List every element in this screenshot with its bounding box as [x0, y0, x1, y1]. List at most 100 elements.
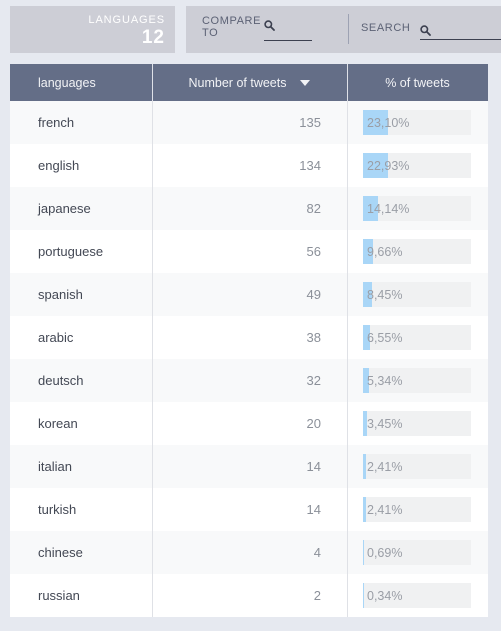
column-header-number-of-tweets[interactable]: Number of tweets: [152, 64, 347, 101]
language-name: french: [38, 115, 75, 130]
language-name: deutsch: [38, 373, 84, 388]
tweet-count-value: 82: [306, 201, 321, 216]
table-row[interactable]: turkish 14 2,41%: [10, 488, 488, 531]
percentage-bar-track: 14,14%: [363, 196, 471, 221]
cell-percentage: 23,10%: [347, 101, 488, 144]
tweet-count-value: 134: [299, 158, 321, 173]
cell-percentage: 22,93%: [347, 144, 488, 187]
percentage-bar-track: 0,69%: [363, 540, 471, 565]
cell-tweet-count: 20: [152, 402, 347, 445]
percentage-label: 0,69%: [367, 545, 403, 560]
cell-language: japanese: [10, 187, 152, 230]
table-row[interactable]: russian 2 0,34%: [10, 574, 488, 617]
cell-percentage: 5,34%: [347, 359, 488, 402]
table-row[interactable]: portuguese 56 9,66%: [10, 230, 488, 273]
table-row[interactable]: deutsch 32 5,34%: [10, 359, 488, 402]
cell-percentage: 8,45%: [347, 273, 488, 316]
compare-to-underline: [264, 40, 312, 41]
tweet-count-value: 2: [313, 588, 321, 603]
column-header-label: % of tweets: [385, 75, 450, 90]
cell-percentage: 14,14%: [347, 187, 488, 230]
percentage-label: 14,14%: [367, 201, 410, 216]
table-row[interactable]: korean 20 3,45%: [10, 402, 488, 445]
languages-table: languages Number of tweets % of tweets f…: [10, 64, 488, 617]
language-name: turkish: [38, 502, 77, 517]
cell-tweet-count: 38: [152, 316, 347, 359]
cell-language: russian: [10, 574, 152, 617]
percentage-label: 0,34%: [367, 588, 403, 603]
tweet-count-value: 14: [306, 502, 321, 517]
percentage-label: 23,10%: [367, 115, 410, 130]
search-group: SEARCH: [361, 20, 501, 41]
languages-stat-box: LANGUAGES 12: [10, 6, 175, 53]
language-name: korean: [38, 416, 78, 431]
search-input-wrap[interactable]: [420, 20, 501, 41]
percentage-label: 2,41%: [367, 459, 403, 474]
percentage-bar-track: 2,41%: [363, 454, 471, 479]
table-row[interactable]: french 135 23,10%: [10, 101, 488, 144]
table-row[interactable]: italian 14 2,41%: [10, 445, 488, 488]
cell-language: spanish: [10, 273, 152, 316]
languages-stat-label: LANGUAGES: [88, 14, 165, 26]
language-name: chinese: [38, 545, 83, 560]
tweet-count-value: 14: [306, 459, 321, 474]
cell-language: portuguese: [10, 230, 152, 273]
table-row[interactable]: chinese 4 0,69%: [10, 531, 488, 574]
toolbar-divider: [348, 14, 349, 44]
percentage-bar-track: 2,41%: [363, 497, 471, 522]
compare-to-input-wrap[interactable]: [264, 15, 312, 41]
tools-panel: COMPARE TO SEARCH: [186, 6, 501, 53]
language-name: arabic: [38, 330, 74, 345]
table-row[interactable]: spanish 49 8,45%: [10, 273, 488, 316]
cell-tweet-count: 134: [152, 144, 347, 187]
tweet-count-value: 49: [306, 287, 321, 302]
cell-tweet-count: 14: [152, 445, 347, 488]
tweet-count-value: 20: [306, 416, 321, 431]
percentage-label: 8,45%: [367, 287, 403, 302]
search-icon: [420, 25, 432, 36]
cell-tweet-count: 2: [152, 574, 347, 617]
tweet-count-value: 56: [306, 244, 321, 259]
cell-language: italian: [10, 445, 152, 488]
language-name: english: [38, 158, 80, 173]
column-header-label: Number of tweets: [188, 75, 287, 90]
language-name: spanish: [38, 287, 83, 302]
cell-language: french: [10, 101, 152, 144]
percentage-label: 9,66%: [367, 244, 403, 259]
cell-language: arabic: [10, 316, 152, 359]
tweet-count-value: 32: [306, 373, 321, 388]
tweet-count-value: 135: [299, 115, 321, 130]
compare-to-label: COMPARE TO: [202, 15, 262, 39]
cell-language: deutsch: [10, 359, 152, 402]
column-header-label: languages: [38, 75, 96, 90]
search-label: SEARCH: [361, 22, 411, 34]
column-header-pct-of-tweets[interactable]: % of tweets: [347, 64, 488, 101]
cell-percentage: 9,66%: [347, 230, 488, 273]
percentage-bar-track: 3,45%: [363, 411, 471, 436]
top-toolbar: LANGUAGES 12 COMPARE TO SEARCH: [0, 0, 501, 56]
cell-percentage: 0,69%: [347, 531, 488, 574]
table-row[interactable]: arabic 38 6,55%: [10, 316, 488, 359]
languages-stat-value: 12: [141, 27, 165, 48]
table-header-row: languages Number of tweets % of tweets: [10, 64, 488, 101]
cell-percentage: 3,45%: [347, 402, 488, 445]
cell-tweet-count: 82: [152, 187, 347, 230]
search-icon: [264, 20, 275, 31]
table-row[interactable]: english 134 22,93%: [10, 144, 488, 187]
cell-tweet-count: 32: [152, 359, 347, 402]
percentage-label: 2,41%: [367, 502, 403, 517]
language-name: portuguese: [38, 244, 104, 259]
cell-tweet-count: 56: [152, 230, 347, 273]
cell-language: english: [10, 144, 152, 187]
language-name: japanese: [38, 201, 91, 216]
percentage-bar-track: 5,34%: [363, 368, 471, 393]
tweet-count-value: 38: [306, 330, 321, 345]
percentage-label: 22,93%: [367, 158, 410, 173]
percentage-bar-track: 8,45%: [363, 282, 471, 307]
column-header-languages[interactable]: languages: [10, 64, 152, 101]
cell-tweet-count: 135: [152, 101, 347, 144]
cell-tweet-count: 14: [152, 488, 347, 531]
table-row[interactable]: japanese 82 14,14%: [10, 187, 488, 230]
percentage-label: 6,55%: [367, 330, 403, 345]
cell-language: chinese: [10, 531, 152, 574]
